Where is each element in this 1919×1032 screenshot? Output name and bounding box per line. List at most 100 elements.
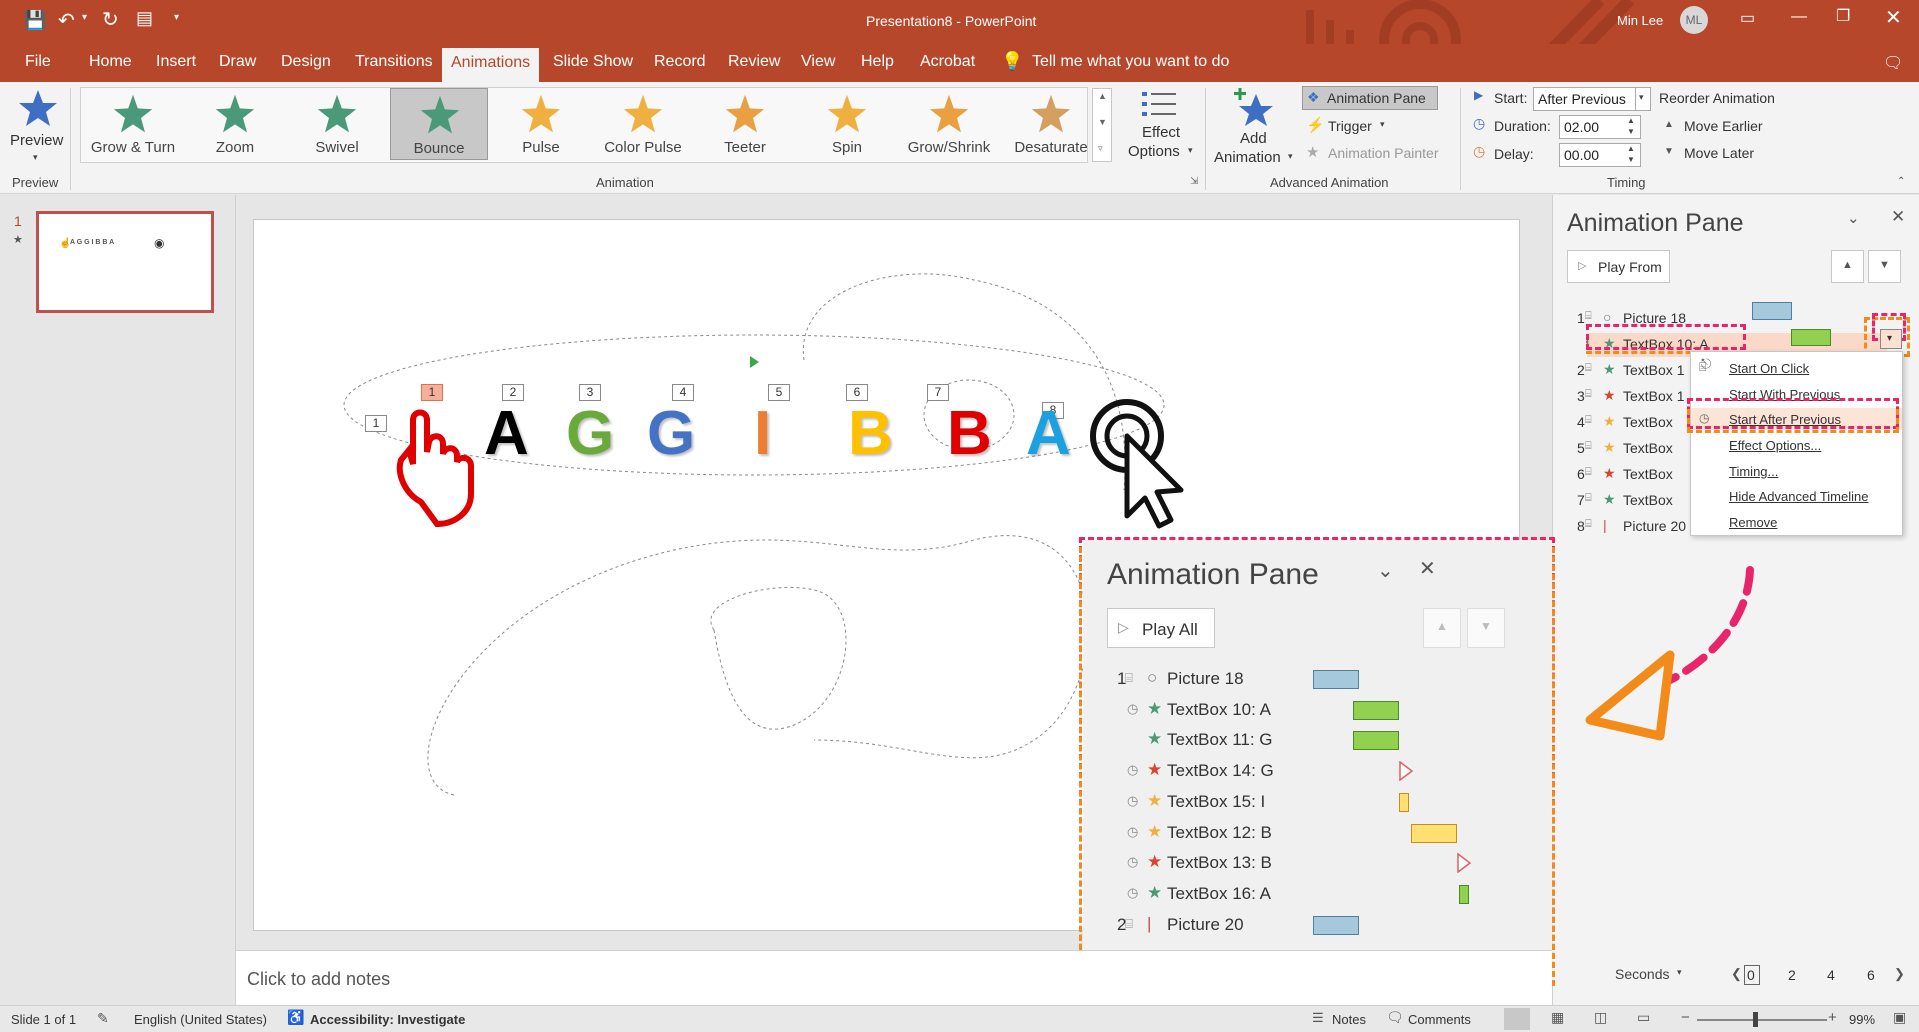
- undo-dropdown-icon[interactable]: ▾: [82, 12, 87, 23]
- mouse-click-icon: ⌸: [1585, 414, 1592, 426]
- tab-file[interactable]: File: [25, 53, 51, 71]
- animation-pane-button[interactable]: ❖ Animation Pane: [1302, 86, 1438, 110]
- seconds-dropdown-icon[interactable]: ▾: [1677, 967, 1682, 978]
- tab-home[interactable]: Home: [89, 53, 132, 71]
- comments-icon[interactable]: 🗨: [1883, 53, 1903, 73]
- start-dropdown-icon[interactable]: ▾: [1635, 88, 1650, 110]
- slide-letter[interactable]: G: [566, 398, 614, 469]
- menu-item-4[interactable]: Timing...: [1691, 460, 1902, 482]
- animation-0[interactable]: Grow & Turn: [84, 88, 182, 160]
- menu-item-6[interactable]: Remove: [1691, 511, 1902, 533]
- slide-letter[interactable]: A: [484, 398, 529, 469]
- tab-view[interactable]: View: [801, 53, 835, 71]
- slide-thumbnail[interactable]: ☝ A G G I B B A ◉: [36, 211, 214, 313]
- zoom-level[interactable]: 99%: [1849, 1012, 1875, 1027]
- animation-number-tag[interactable]: 7: [927, 384, 949, 401]
- animation-7[interactable]: Spin: [798, 88, 896, 160]
- undo-icon[interactable]: ↶: [58, 8, 75, 33]
- zoom-slider-thumb[interactable]: [1753, 1012, 1758, 1027]
- restore-icon[interactable]: ❐: [1836, 6, 1850, 26]
- normal-view-icon[interactable]: [1504, 1008, 1530, 1030]
- trigger-button[interactable]: ⚡ Trigger ▾: [1306, 116, 1416, 138]
- pane-close-icon[interactable]: ✕: [1891, 207, 1905, 227]
- tab-transitions[interactable]: Transitions: [355, 53, 433, 71]
- notes-icon[interactable]: ☰: [1312, 1010, 1324, 1026]
- animation-4[interactable]: Pulse: [492, 88, 590, 160]
- duration-spinner[interactable]: ▲ ▼: [1623, 116, 1640, 138]
- avatar[interactable]: ML: [1680, 6, 1708, 34]
- slide-sorter-icon[interactable]: ▦: [1551, 1009, 1564, 1026]
- reading-view-icon[interactable]: ◫: [1594, 1009, 1607, 1026]
- user-name[interactable]: Min Lee: [1617, 13, 1663, 28]
- move-later-button[interactable]: ▼ Move Later: [1664, 143, 1784, 165]
- zoom-in-icon[interactable]: +: [1828, 1009, 1837, 1026]
- animation-number-tag[interactable]: 1: [365, 415, 387, 432]
- close-icon[interactable]: ✕: [1885, 5, 1902, 30]
- scale-left-icon[interactable]: ❮: [1731, 966, 1742, 982]
- language[interactable]: English (United States): [134, 1012, 267, 1027]
- scale-right-icon[interactable]: ❯: [1894, 966, 1905, 982]
- animation-painter-button[interactable]: ★ Animation Painter: [1306, 143, 1456, 165]
- animation-6[interactable]: Teeter: [696, 88, 794, 160]
- menu-item-0[interactable]: ⌸ Start On Click: [1691, 357, 1902, 379]
- tab-design[interactable]: Design: [281, 53, 331, 71]
- redo-icon[interactable]: ↻: [102, 7, 119, 32]
- animation-3[interactable]: Bounce: [390, 88, 488, 160]
- effect-options-button[interactable]: Effect Options ▾: [1124, 88, 1196, 166]
- fit-to-window-icon[interactable]: ▣: [1893, 1009, 1906, 1026]
- gallery-scroll[interactable]: ▲ ▼ ▿: [1092, 88, 1112, 162]
- animation-2[interactable]: Swivel: [288, 88, 386, 160]
- preview-button[interactable]: Preview ▾: [8, 86, 64, 166]
- zoom-slider[interactable]: [1697, 1019, 1827, 1021]
- comments-button[interactable]: Comments: [1408, 1012, 1471, 1027]
- spell-check-icon[interactable]: ✎: [97, 1010, 109, 1027]
- tell-me-search[interactable]: Tell me what you want to do: [1032, 53, 1229, 71]
- animation-9[interactable]: Desaturate: [1002, 88, 1100, 160]
- ribbon-display-icon[interactable]: ▭: [1740, 8, 1755, 28]
- collapse-ribbon-icon[interactable]: ⌃: [1897, 176, 1905, 187]
- animation-5[interactable]: Color Pulse: [594, 88, 692, 160]
- row-dropdown-button[interactable]: ▾: [1880, 329, 1902, 349]
- notes-button[interactable]: Notes: [1332, 1012, 1366, 1027]
- slide-letter[interactable]: A: [1026, 398, 1071, 469]
- pane-options-icon[interactable]: ⌄: [1847, 209, 1860, 227]
- tab-review[interactable]: Review: [728, 53, 780, 71]
- save-icon[interactable]: 💾: [24, 10, 46, 31]
- minimize-icon[interactable]: —: [1791, 8, 1807, 26]
- tab-acrobat[interactable]: Acrobat: [920, 53, 975, 71]
- play-from-button[interactable]: ▷ Play From: [1567, 250, 1670, 283]
- slide-letter[interactable]: G: [647, 398, 695, 469]
- start-select[interactable]: After Previous: [1533, 87, 1651, 111]
- slide-letter[interactable]: B: [947, 398, 992, 469]
- slide-thumbnail-pane: 1 ★ ☝ A G G I B B A ◉: [0, 195, 236, 1005]
- animation-1[interactable]: Zoom: [186, 88, 284, 160]
- move-earlier-button[interactable]: ▲ Move Earlier: [1664, 116, 1784, 138]
- tab-insert[interactable]: Insert: [156, 53, 196, 71]
- accessibility-status[interactable]: Accessibility: Investigate: [310, 1012, 465, 1027]
- slideshow-icon[interactable]: ▭: [1637, 1009, 1650, 1026]
- notes-pane[interactable]: Click to add notes: [236, 950, 1552, 1005]
- status-comments-icon[interactable]: 🗨: [1386, 1009, 1404, 1026]
- slide-letter[interactable]: B: [848, 398, 893, 469]
- add-animation-button[interactable]: Add Animation ▾: [1212, 86, 1294, 166]
- delay-spinner[interactable]: ▲ ▼: [1623, 144, 1640, 166]
- zoom-out-icon[interactable]: −: [1681, 1009, 1690, 1026]
- animation-8[interactable]: Grow/Shrink: [900, 88, 998, 160]
- tab-record[interactable]: Record: [654, 53, 706, 71]
- menu-item-3[interactable]: Effect Options...: [1691, 434, 1902, 456]
- tab-draw[interactable]: Draw: [219, 53, 256, 71]
- present-icon[interactable]: ▤: [136, 8, 153, 29]
- tab-help[interactable]: Help: [861, 53, 894, 71]
- move-down-button[interactable]: ▼: [1868, 250, 1901, 283]
- seconds-dropdown[interactable]: Seconds: [1615, 966, 1669, 982]
- animation-number-tag[interactable]: 5: [768, 384, 790, 401]
- animation-dialog-launcher-icon[interactable]: ⇲: [1190, 176, 1198, 187]
- menu-item-5[interactable]: Hide Advanced Timeline: [1691, 485, 1902, 507]
- customize-qat-icon[interactable]: ▾: [174, 12, 179, 23]
- animation-number-tag[interactable]: 1: [421, 384, 443, 401]
- move-up-button[interactable]: ▲: [1831, 250, 1864, 283]
- tab-slide-show[interactable]: Slide Show: [553, 53, 633, 71]
- tab-animations[interactable]: Animations: [442, 48, 540, 82]
- animation-star-icon: [521, 94, 561, 139]
- slide-letter[interactable]: I: [754, 398, 771, 469]
